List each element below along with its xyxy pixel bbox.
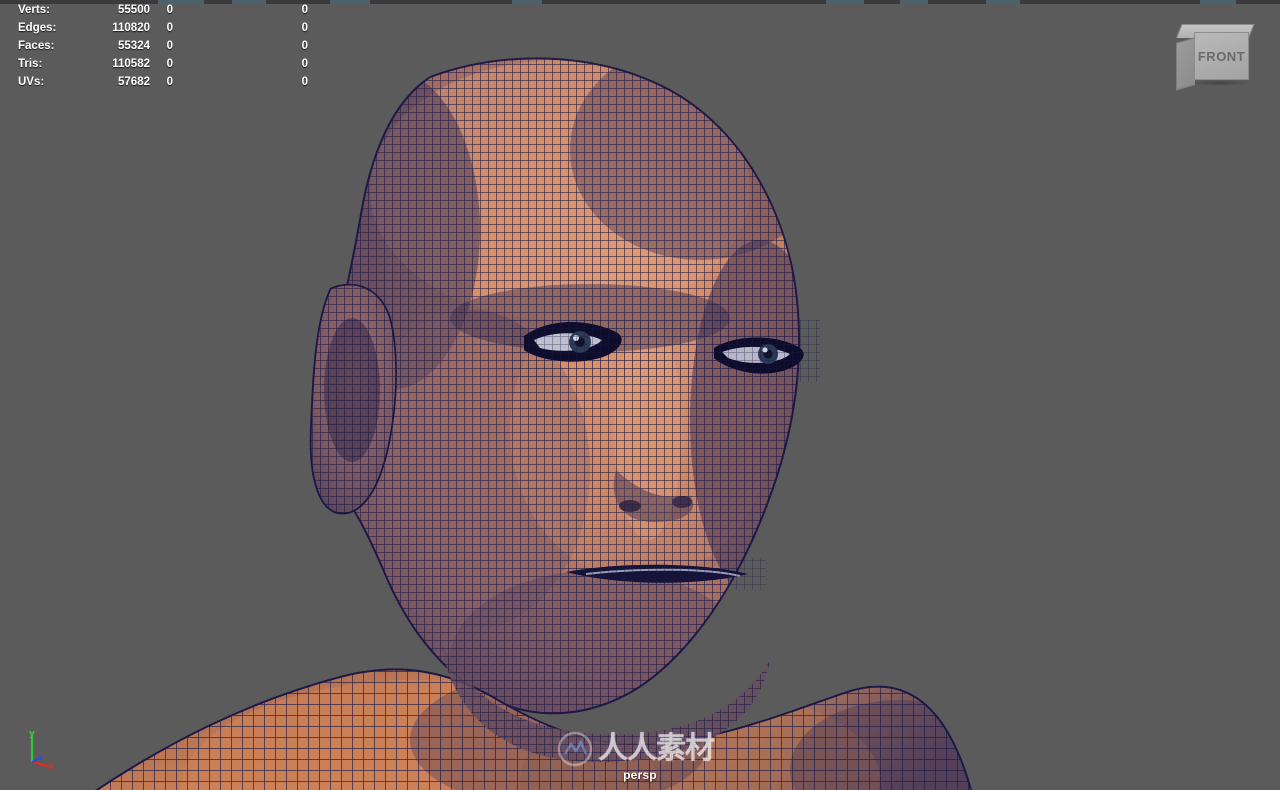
stat-count: 110820 — [112, 22, 150, 34]
stat-selected: 0 — [166, 4, 173, 16]
stat-count: 55500 — [118, 4, 150, 16]
stat-label: Faces: — [18, 40, 55, 52]
table-row: Edges: 110820 0 0 — [0, 20, 308, 38]
poly-count-hud: Verts: 55500 0 0 Edges: 110820 0 0 Faces… — [0, 2, 308, 92]
stat-selected: 0 — [166, 40, 173, 52]
stat-total: 0 — [301, 4, 308, 16]
stat-label: UVs: — [18, 76, 45, 88]
stat-total: 0 — [301, 58, 308, 70]
view-cube-side-face[interactable] — [1176, 37, 1195, 91]
svg-text:z: z — [38, 753, 43, 763]
stat-label: Edges: — [18, 22, 57, 34]
stat-label: Tris: — [18, 58, 43, 70]
mouth — [556, 558, 766, 590]
stat-selected: 0 — [166, 76, 173, 88]
table-row: Tris: 110582 0 0 — [0, 56, 308, 74]
poly-count-table: Verts: 55500 0 0 Edges: 110820 0 0 Faces… — [0, 2, 308, 92]
axis-orientation-gizmo: y x z — [18, 728, 62, 772]
view-cube-shadow — [1188, 80, 1250, 86]
stat-count: 57682 — [118, 76, 150, 88]
view-cube-front-face[interactable]: FRONT — [1194, 32, 1249, 80]
truncated-toolbar-strip — [0, 0, 1280, 4]
stat-total: 0 — [301, 40, 308, 52]
view-cube[interactable]: FRONT — [1174, 22, 1255, 91]
poly-count-body: Verts: 55500 0 0 Edges: 110820 0 0 Faces… — [0, 2, 308, 92]
table-row: UVs: 57682 0 0 — [0, 74, 308, 92]
stat-count: 110582 — [112, 58, 150, 70]
stat-total: 0 — [301, 22, 308, 34]
stat-total: 0 — [301, 76, 308, 88]
head-model-wireframe[interactable] — [0, 0, 1280, 790]
camera-name-label: persp — [623, 768, 657, 782]
stat-selected: 0 — [166, 58, 173, 70]
table-row: Verts: 55500 0 0 — [0, 2, 308, 20]
table-row: Faces: 55324 0 0 — [0, 38, 308, 56]
svg-text:y: y — [29, 729, 35, 739]
stat-selected: 0 — [166, 22, 173, 34]
stat-label: Verts: — [18, 4, 50, 16]
3d-viewport[interactable]: Verts: 55500 0 0 Edges: 110820 0 0 Faces… — [0, 0, 1280, 790]
maya-viewport-window: Verts: 55500 0 0 Edges: 110820 0 0 Faces… — [0, 0, 1280, 790]
eyes — [510, 320, 820, 382]
stat-count: 55324 — [118, 40, 150, 52]
